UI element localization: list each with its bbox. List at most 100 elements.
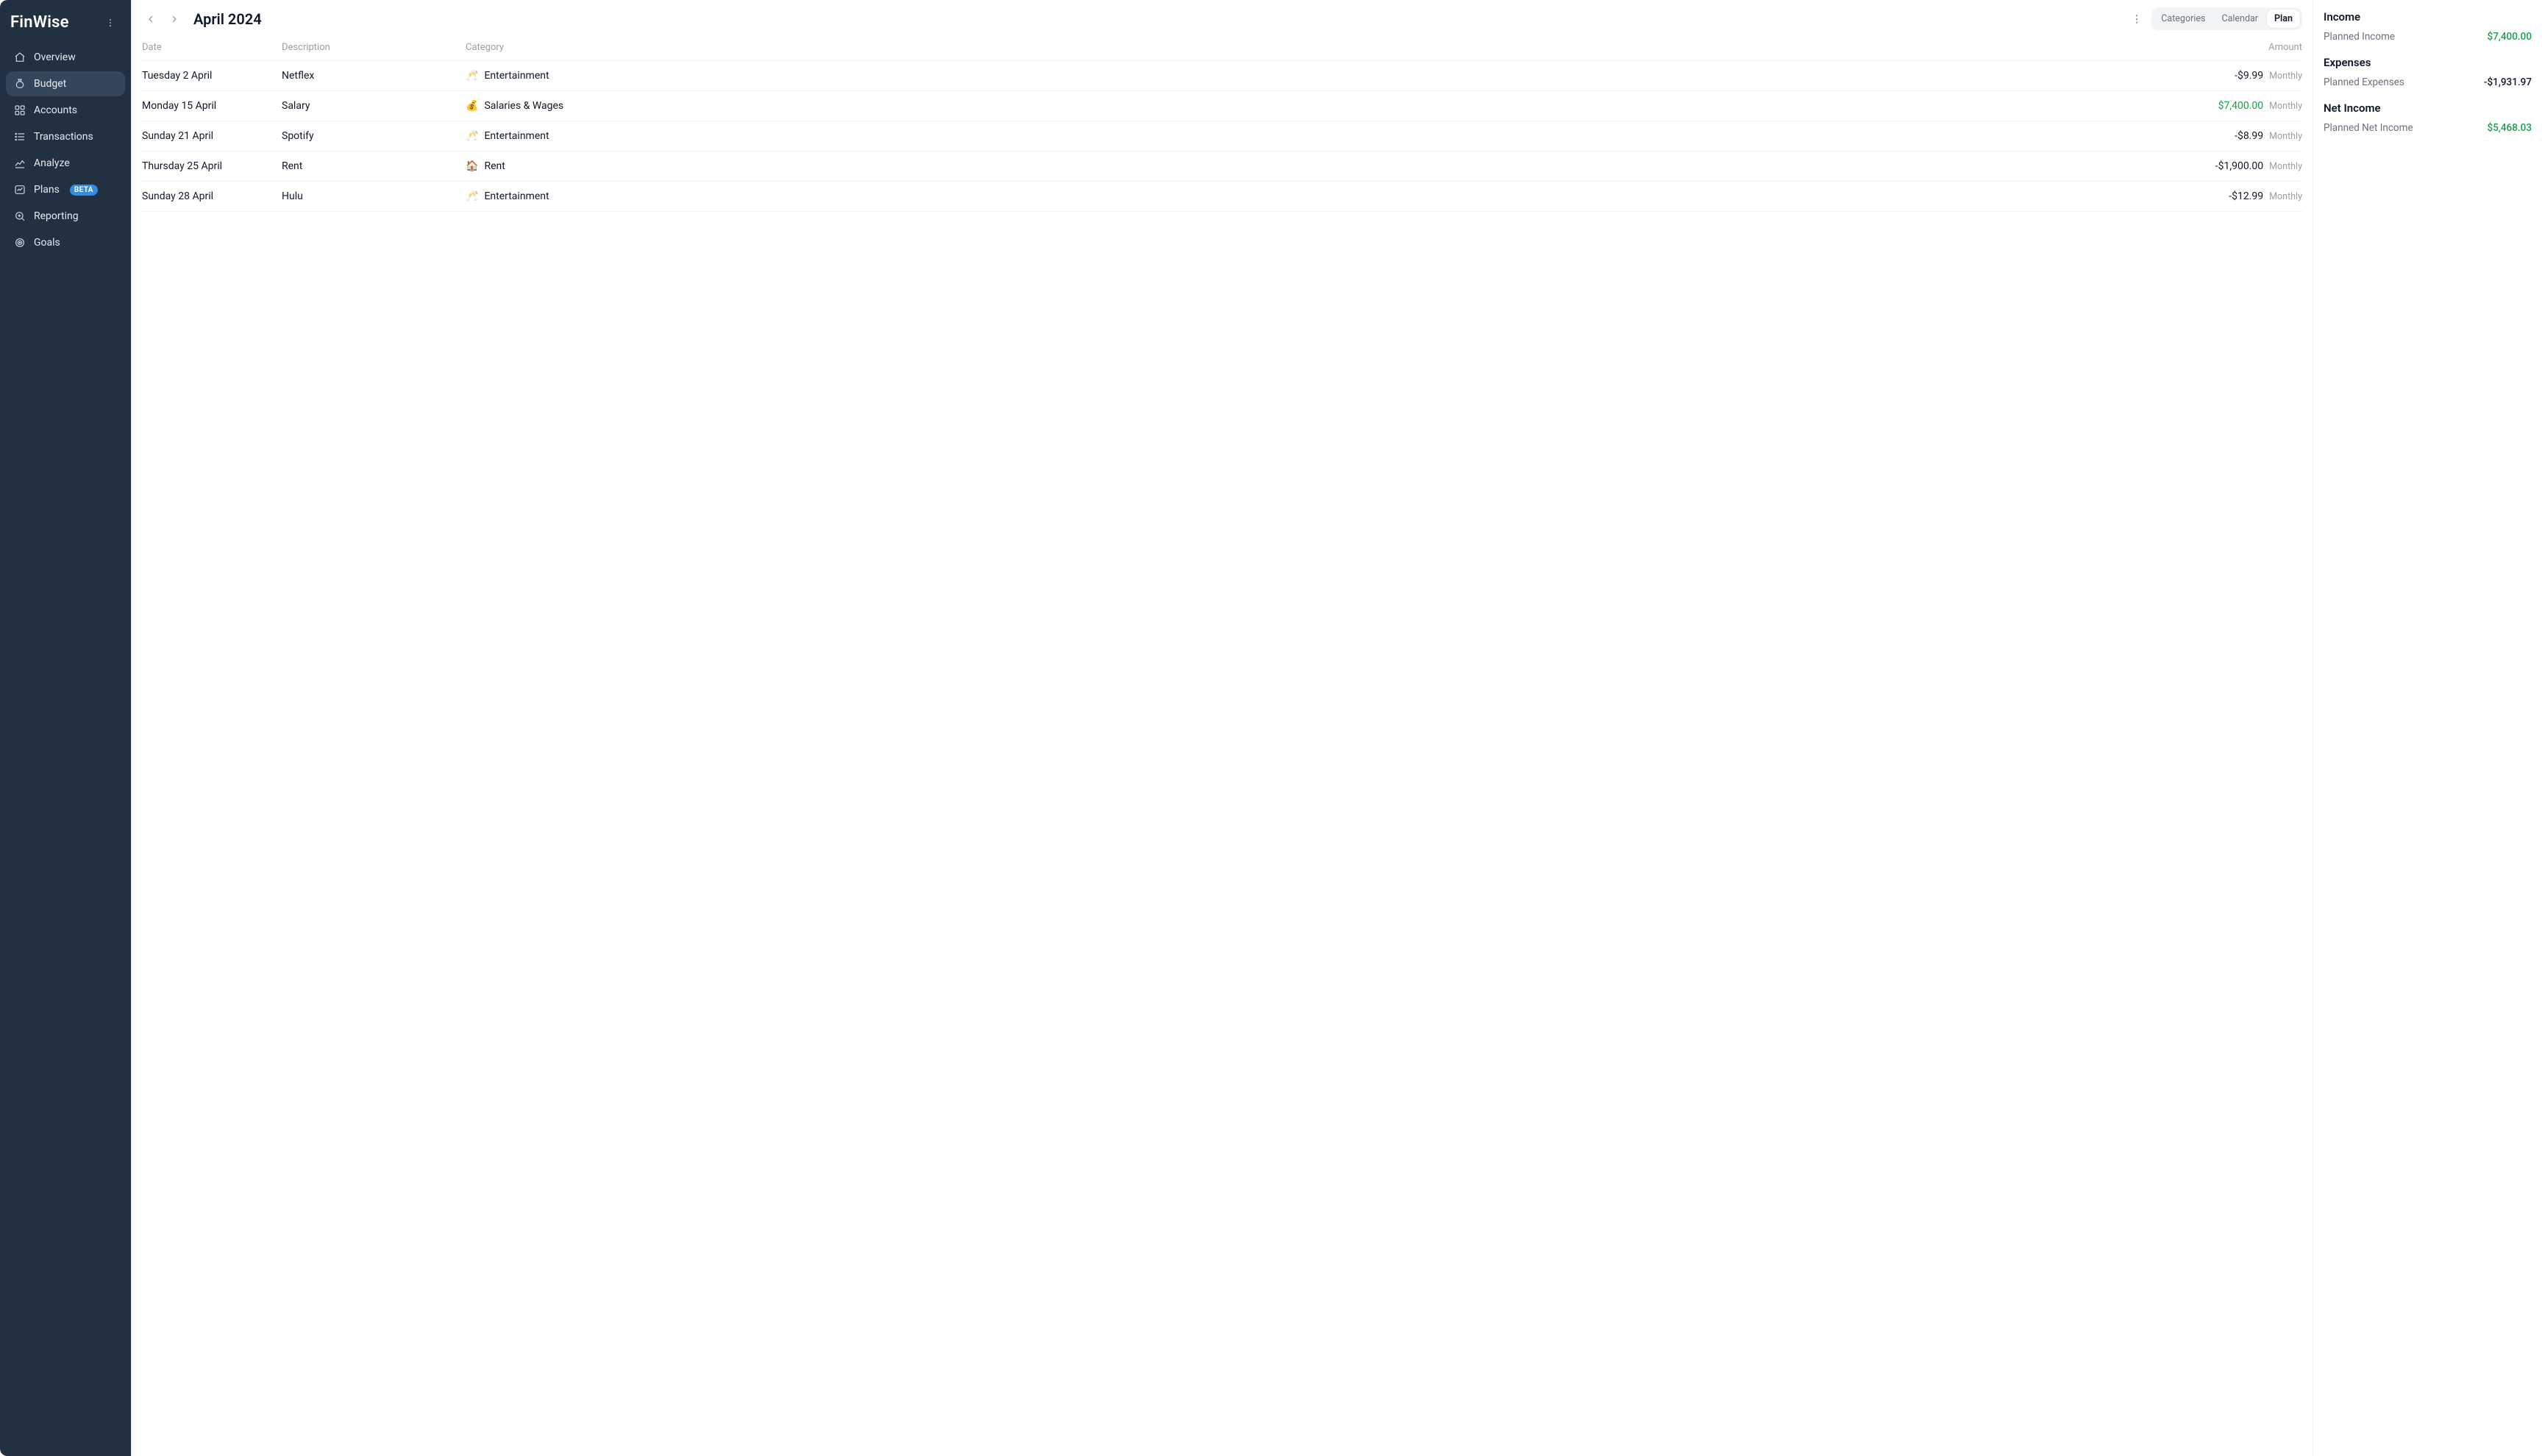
summary-income-planned-value: $7,400.00 xyxy=(2488,31,2532,43)
summary-net-planned: Planned Net Income $5,468.03 xyxy=(2324,122,2532,134)
prev-month-button[interactable] xyxy=(142,10,160,28)
home-icon xyxy=(13,51,26,64)
sidebar-item-label: Budget xyxy=(34,78,66,90)
sidebar-item-plans[interactable]: Plans BETA xyxy=(6,177,125,202)
sidebar: FinWise Overview Budget Accounts xyxy=(0,0,131,1456)
summary-income-planned-label: Planned Income xyxy=(2324,31,2395,43)
cell-description: Spotify xyxy=(282,130,466,142)
cell-amount: $7,400.00Monthly xyxy=(2218,100,2302,112)
tab-calendar[interactable]: Calendar xyxy=(2214,10,2265,28)
cell-amount: -$12.99 Monthly xyxy=(2229,190,2302,202)
col-category: Category xyxy=(466,42,2155,53)
summary-income-planned: Planned Income $7,400.00 xyxy=(2324,31,2532,43)
cell-description: Salary xyxy=(282,100,466,112)
summary-expenses-planned: Planned Expenses -$1,931.97 xyxy=(2324,76,2532,88)
cell-description: Hulu xyxy=(282,190,466,202)
sidebar-item-transactions[interactable]: Transactions xyxy=(6,124,125,149)
amount-frequency: Monthly xyxy=(2269,161,2302,172)
view-segmented-control: Categories Calendar Plan xyxy=(2151,7,2302,30)
category-emoji-icon: 🥂 xyxy=(466,70,478,82)
col-date: Date xyxy=(142,42,282,53)
cell-date: Sunday 28 April xyxy=(142,190,282,202)
sidebar-item-label: Transactions xyxy=(34,131,93,143)
category-name: Rent xyxy=(484,160,505,172)
sidebar-item-budget[interactable]: Budget xyxy=(6,71,125,96)
cell-amount: -$1,900.00 Monthly xyxy=(2215,160,2302,172)
cell-category: 🥂 Entertainment xyxy=(466,190,2155,202)
amount-value: -$1,900.00 xyxy=(2215,160,2263,172)
main-area: April 2024 Categories Calendar Plan Date… xyxy=(131,0,2542,1456)
cell-description: Rent xyxy=(282,160,466,172)
summary-income-section: Income Planned Income $7,400.00 xyxy=(2324,10,2532,43)
amount-value: -$8.99 xyxy=(2235,130,2263,142)
amount-frequency: Monthly xyxy=(2269,191,2302,202)
cell-description: Netflex xyxy=(282,70,466,82)
category-name: Entertainment xyxy=(484,190,549,202)
amount-frequency: Monthly xyxy=(2269,131,2302,142)
target-icon xyxy=(13,236,26,249)
list-icon xyxy=(13,130,26,143)
tab-plan[interactable]: Plan xyxy=(2267,10,2300,28)
col-amount: Amount xyxy=(2268,42,2302,53)
cell-amount: -$8.99 Monthly xyxy=(2235,130,2302,142)
summary-expenses-section: Expenses Planned Expenses -$1,931.97 xyxy=(2324,56,2532,88)
sidebar-item-label: Analyze xyxy=(34,157,70,169)
tab-categories[interactable]: Categories xyxy=(2154,10,2212,28)
toolbar-more-icon[interactable] xyxy=(2128,10,2146,28)
summary-net-title: Net Income xyxy=(2324,101,2532,115)
category-name: Entertainment xyxy=(484,130,549,142)
sidebar-item-reporting[interactable]: Reporting xyxy=(6,204,125,229)
table-row[interactable]: Monday 15 AprilSalary💰Salaries & Wages $7… xyxy=(142,91,2302,121)
summary-income-title: Income xyxy=(2324,10,2532,24)
grid-icon xyxy=(13,104,26,117)
cell-category: 🥂 Entertainment xyxy=(466,130,2155,142)
category-emoji-icon: 🥂 xyxy=(466,130,478,142)
sidebar-item-analyze[interactable]: Analyze xyxy=(6,151,125,176)
summary-expenses-title: Expenses xyxy=(2324,56,2532,69)
col-description: Description xyxy=(282,42,466,53)
summary-net-section: Net Income Planned Net Income $5,468.03 xyxy=(2324,101,2532,134)
cell-date: Sunday 21 April xyxy=(142,130,282,142)
summary-expenses-planned-value: -$1,931.97 xyxy=(2484,76,2532,88)
sidebar-item-accounts[interactable]: Accounts xyxy=(6,98,125,123)
content-pane: April 2024 Categories Calendar Plan Date… xyxy=(131,0,2313,1456)
summary-net-planned-label: Planned Net Income xyxy=(2324,122,2413,134)
table-row[interactable]: Sunday 28 AprilHulu🥂 Entertainment -$12.99… xyxy=(142,182,2302,212)
amount-frequency: Monthly xyxy=(2269,101,2302,112)
cell-amount: -$9.99Monthly xyxy=(2235,70,2302,82)
category-name: Entertainment xyxy=(484,70,549,82)
summary-net-planned-value: $5,468.03 xyxy=(2488,122,2532,134)
table-row[interactable]: Sunday 21 AprilSpotify🥂 Entertainment -$8.… xyxy=(142,121,2302,151)
sidebar-item-label: Reporting xyxy=(34,210,79,222)
cell-category: 🏠 Rent xyxy=(466,160,2155,172)
chart-area-icon xyxy=(13,157,26,170)
category-emoji-icon: 🏠 xyxy=(466,160,478,172)
sidebar-nav: Overview Budget Accounts Transactions An… xyxy=(6,45,125,255)
page-title: April 2024 xyxy=(193,10,262,28)
cell-date: Thursday 25 April xyxy=(142,160,282,172)
sidebar-item-label: Accounts xyxy=(34,104,77,116)
table-row[interactable]: Tuesday 2 AprilNetflex🥂 Entertainment -$9.… xyxy=(142,61,2302,91)
next-month-button[interactable] xyxy=(165,10,183,28)
cell-category: 🥂 Entertainment xyxy=(466,70,2155,82)
sidebar-item-goals[interactable]: Goals xyxy=(6,230,125,255)
amount-frequency: Monthly xyxy=(2269,71,2302,82)
cell-date: Tuesday 2 April xyxy=(142,70,282,82)
sidebar-item-overview[interactable]: Overview xyxy=(6,45,125,70)
beta-badge: BETA xyxy=(70,185,98,196)
sidebar-item-label: Overview xyxy=(34,51,76,63)
sparkline-icon xyxy=(13,183,26,196)
cell-category: 💰Salaries & Wages xyxy=(466,100,2155,112)
toolbar: April 2024 Categories Calendar Plan xyxy=(132,0,2313,35)
plan-table: Date Description Category Amount Tuesday… xyxy=(132,35,2313,212)
amount-value: -$12.99 xyxy=(2229,190,2263,202)
cell-date: Monday 15 April xyxy=(142,100,282,112)
zoom-in-icon xyxy=(13,210,26,223)
category-name: Salaries & Wages xyxy=(484,100,563,112)
sidebar-header: FinWise xyxy=(6,6,125,42)
category-emoji-icon: 🥂 xyxy=(466,190,478,202)
table-row[interactable]: Thursday 25 AprilRent🏠Rent-$1,900.00Mont… xyxy=(142,151,2302,182)
sidebar-item-label: Goals xyxy=(34,237,60,249)
sidebar-more-icon[interactable] xyxy=(102,14,119,32)
brand-logo: FinWise xyxy=(10,13,69,32)
